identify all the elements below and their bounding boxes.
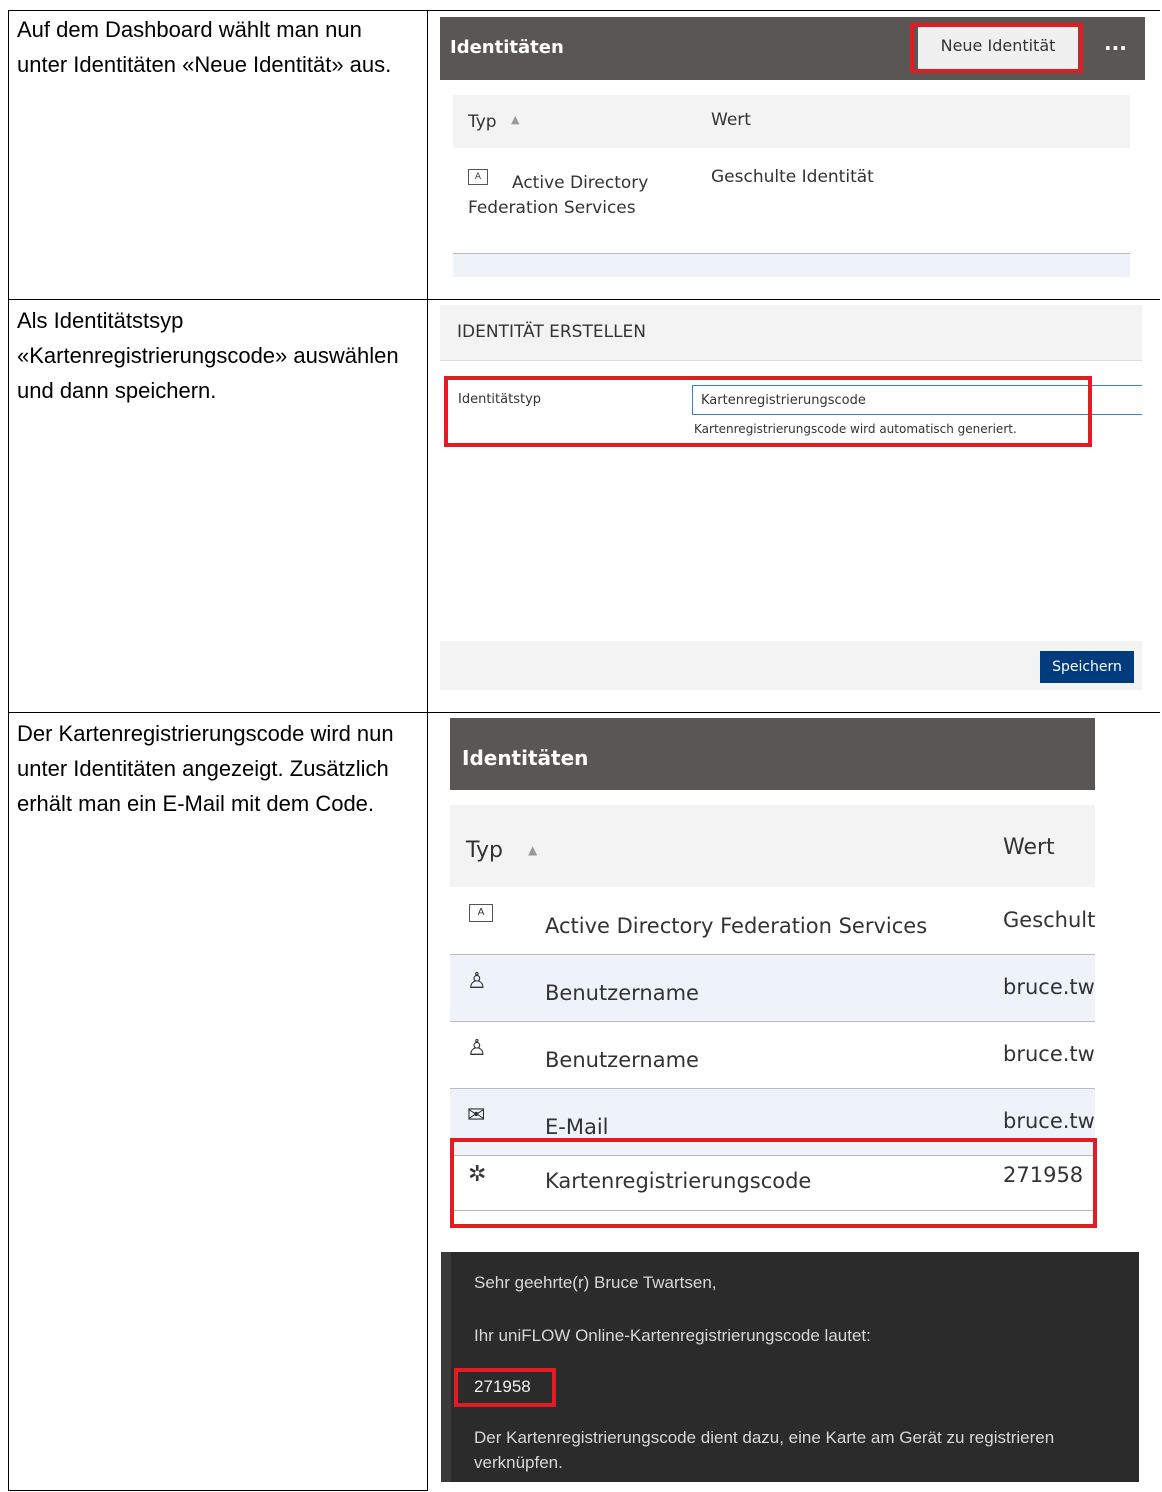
- save-button[interactable]: Speichern: [1040, 651, 1134, 683]
- email-screenshot: Sehr geehrte(r) Bruce Twartsen, Ihr uniF…: [441, 1252, 1139, 1482]
- row-type: E-Mail: [545, 1115, 609, 1139]
- row-type: Benutzername: [545, 1048, 699, 1072]
- highlight-card-code-row: [450, 1138, 1097, 1228]
- col-type[interactable]: Typ: [468, 112, 497, 132]
- table-row[interactable]: ♙ Benutzername bruce.twa: [450, 1022, 1095, 1089]
- envelope-icon: ✉: [467, 1103, 486, 1128]
- table-row[interactable]: ♙ Benutzername bruce.twa: [450, 955, 1095, 1022]
- footer-bar: Speichern: [440, 641, 1142, 690]
- highlight-email-code: [454, 1368, 556, 1407]
- identities-title-2: Identitäten: [462, 746, 589, 770]
- row-type: Active Directory Federation Services: [545, 914, 928, 938]
- table-border-bottom: [8, 1490, 428, 1491]
- user-lock-icon: ♙: [467, 969, 487, 994]
- id-card-icon: A: [469, 904, 493, 922]
- col-type-2[interactable]: Typ: [466, 838, 503, 863]
- step-3-text: Der Kartenregistrierungscode wird nun un…: [17, 721, 394, 816]
- row-value: bruce.twa: [1003, 1109, 1095, 1133]
- more-button[interactable]: ...: [1104, 31, 1127, 55]
- identities-title: Identitäten: [450, 37, 564, 58]
- sort-icon-2[interactable]: ▲: [528, 843, 537, 857]
- table-border-top: [8, 10, 1160, 11]
- email-line1: Ihr uniFLOW Online-Kartenregistrierungsc…: [474, 1326, 871, 1345]
- row-value: bruce.twa: [1003, 1042, 1095, 1066]
- save-button-label: Speichern: [1052, 659, 1122, 675]
- identities-header-2: Identitäten: [450, 718, 1095, 790]
- user-lock-icon: ♙: [467, 1036, 487, 1061]
- email-line3: verknüpfen.: [474, 1453, 563, 1472]
- highlight-new-identity: [910, 23, 1083, 73]
- email-line2: Der Kartenregistrierungscode dient dazu,…: [474, 1428, 1055, 1447]
- email-left-bar: [441, 1252, 451, 1482]
- row-type: Benutzername: [545, 981, 699, 1005]
- table-header: Typ ▲ Wert: [453, 95, 1130, 148]
- step-1-text: Auf dem Dashboard wählt man nun unter Id…: [17, 17, 392, 77]
- table-row[interactable]: A Active Directory Federation Services G…: [453, 149, 1130, 254]
- email-greeting: Sehr geehrte(r) Bruce Twartsen,: [474, 1273, 717, 1292]
- table-border-row1: [8, 299, 1160, 300]
- col-value-2: Wert: [1003, 835, 1055, 860]
- table-border-left: [8, 10, 9, 1491]
- table-border-row2: [8, 712, 1160, 713]
- row-type: Active Directory Federation Services: [468, 173, 649, 218]
- sort-icon[interactable]: ▲: [511, 113, 519, 126]
- screenshot-2: IDENTITÄT ERSTELLEN Identitätstyp Karten…: [440, 305, 1142, 690]
- row-value: Geschulte Identität: [711, 167, 874, 187]
- row-peek: [453, 254, 1130, 277]
- create-identity-title: IDENTITÄT ERSTELLEN: [457, 322, 646, 342]
- table-border-middle: [427, 10, 428, 1491]
- table-header-2: Typ ▲ Wert: [450, 805, 1095, 887]
- step-2-text: Als Identitätstsyp «Kartenregistrierungs…: [17, 308, 399, 403]
- col-value: Wert: [711, 110, 751, 130]
- row-value: bruce.twa: [1003, 975, 1095, 999]
- table-row[interactable]: A Active Directory Federation Services G…: [450, 888, 1095, 955]
- highlight-identity-type: [444, 376, 1092, 447]
- create-identity-header: IDENTITÄT ERSTELLEN: [440, 305, 1142, 361]
- row-value: Geschulte: [1003, 908, 1095, 932]
